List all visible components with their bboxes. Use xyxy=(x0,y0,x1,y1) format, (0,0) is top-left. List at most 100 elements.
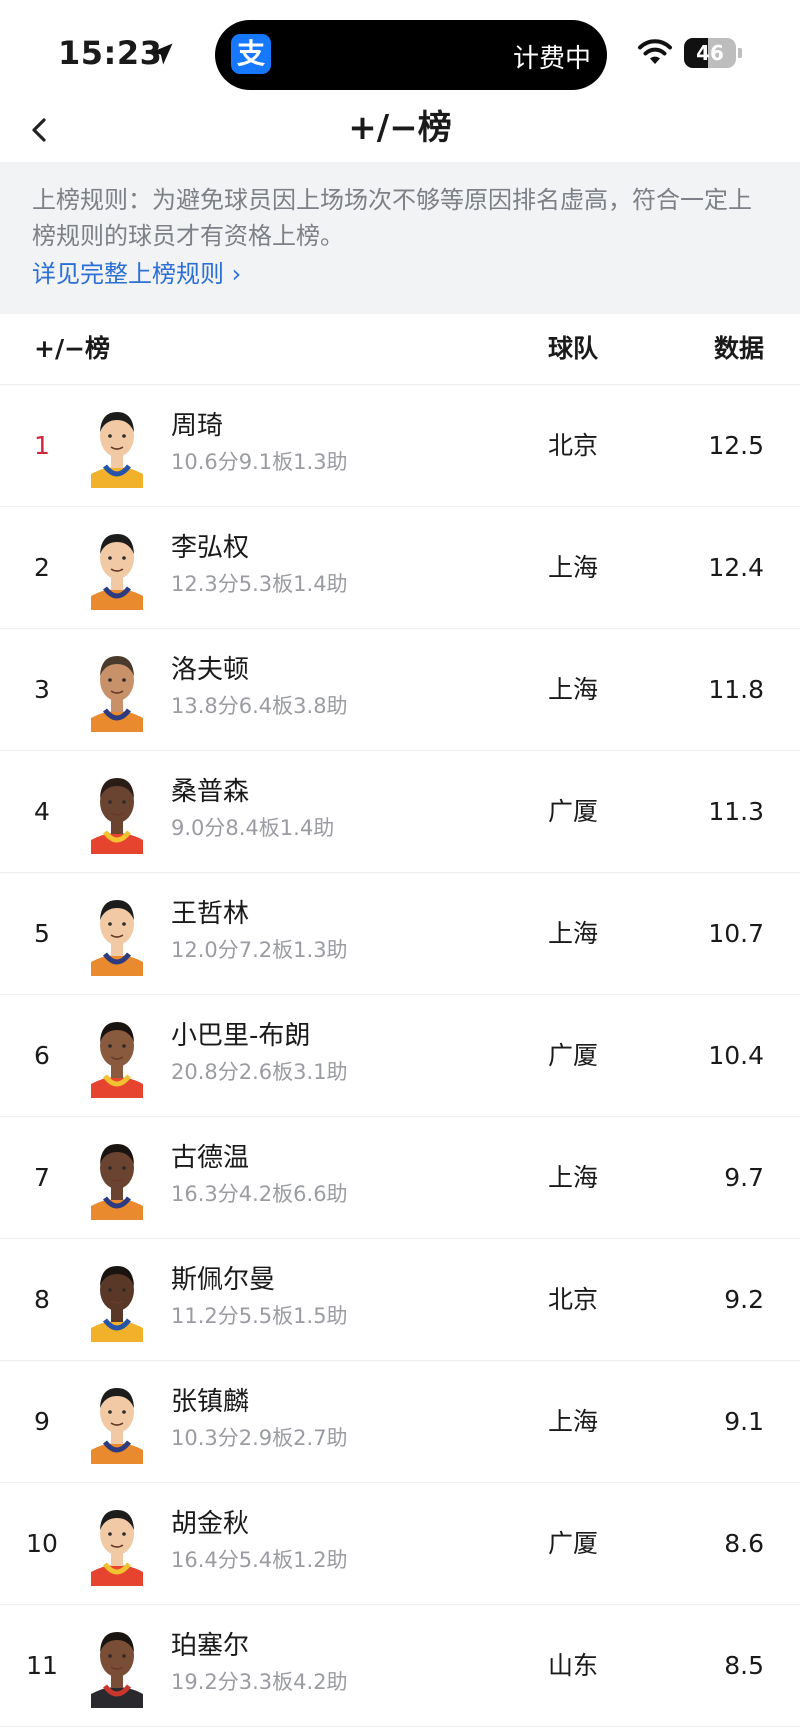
team-name: 上海 xyxy=(548,553,599,582)
team-name: 北京 xyxy=(548,431,599,460)
ranking-row[interactable]: 11 珀塞尔 19.2分3.3板4.2助 山东 8.5 xyxy=(0,1605,800,1727)
player-avatar xyxy=(85,1256,149,1342)
plus-minus-value: 12.5 xyxy=(708,431,764,460)
page-title: +/−榜 xyxy=(348,108,452,148)
rank-number: 4 xyxy=(34,797,50,826)
player-name: 珀塞尔 xyxy=(171,1631,250,1661)
ranking-row[interactable]: 4 桑普森 9.0分8.4板1.4助 广厦 11.3 xyxy=(0,751,800,873)
player-avatar xyxy=(85,768,149,854)
dynamic-island[interactable]: 支 计费中 xyxy=(215,20,607,90)
rank-number: 5 xyxy=(34,919,50,948)
player-name: 古德温 xyxy=(171,1143,250,1173)
ranking-rule-notice: 上榜规则：为避免球员因上场场次不够等原因排名虚高，符合一定上榜规则的球员才有资格… xyxy=(0,162,800,314)
player-name: 洛夫顿 xyxy=(171,655,250,685)
player-avatar xyxy=(85,402,149,488)
status-time: 15:23 xyxy=(58,34,163,72)
status-bar: 15:23 支 计费中 46 xyxy=(0,0,800,100)
player-stats: 10.3分2.9板2.7助 xyxy=(171,1426,348,1450)
player-stats: 11.2分5.5板1.5助 xyxy=(171,1304,348,1328)
team-name: 广厦 xyxy=(548,1041,599,1070)
wifi-icon xyxy=(638,39,672,64)
island-status-text: 计费中 xyxy=(512,44,591,74)
plus-minus-value: 9.7 xyxy=(724,1163,764,1192)
player-stats: 16.4分5.4板1.2助 xyxy=(171,1548,348,1572)
battery-cap xyxy=(738,48,742,58)
plus-minus-value: 10.4 xyxy=(708,1041,764,1070)
player-stats: 10.6分9.1板1.3助 xyxy=(171,450,348,474)
team-name: 山东 xyxy=(548,1651,599,1680)
player-name: 桑普森 xyxy=(171,777,250,807)
player-avatar xyxy=(85,1134,149,1220)
full-rules-link[interactable]: 详见完整上榜规则 › xyxy=(32,256,241,292)
nav-bar: +/−榜 xyxy=(0,100,800,162)
player-name: 王哲林 xyxy=(171,899,250,929)
plus-minus-value: 8.6 xyxy=(724,1529,764,1558)
player-name: 斯佩尔曼 xyxy=(171,1265,276,1295)
plus-minus-value: 8.5 xyxy=(724,1651,764,1680)
player-stats: 12.3分5.3板1.4助 xyxy=(171,572,348,596)
player-name: 李弘权 xyxy=(171,533,250,563)
table-header: +/−榜 球队 数据 xyxy=(0,314,800,385)
rank-number: 11 xyxy=(26,1651,58,1680)
ranking-row[interactable]: 5 王哲林 12.0分7.2板1.3助 上海 10.7 xyxy=(0,873,800,995)
ranking-row[interactable]: 1 周琦 10.6分9.1板1.3助 北京 12.5 xyxy=(0,385,800,507)
player-stats: 13.8分6.4板3.8助 xyxy=(171,694,348,718)
rank-number: 2 xyxy=(34,553,50,582)
ranking-rule-text: 上榜规则：为避免球员因上场场次不够等原因排名虚高，符合一定上榜规则的球员才有资格… xyxy=(32,186,752,250)
player-name: 小巴里-布朗 xyxy=(171,1021,311,1051)
ranking-row[interactable]: 10 胡金秋 16.4分5.4板1.2助 广厦 8.6 xyxy=(0,1483,800,1605)
rank-number: 9 xyxy=(34,1407,50,1436)
player-avatar xyxy=(85,646,149,732)
player-avatar xyxy=(85,1012,149,1098)
battery-icon: 46 xyxy=(684,38,742,68)
rank-number: 7 xyxy=(34,1163,50,1192)
header-team-column: 球队 xyxy=(548,334,599,363)
battery-level-text: 46 xyxy=(696,41,724,65)
team-name: 上海 xyxy=(548,919,599,948)
plus-minus-value: 12.4 xyxy=(708,553,764,582)
chevron-left-icon xyxy=(32,118,46,142)
ranking-list: 1 周琦 10.6分9.1板1.3助 北京 12.5 2 李弘权 12.3分5.3板1.4助上… xyxy=(0,385,800,1727)
player-avatar xyxy=(85,1500,149,1586)
ranking-row[interactable]: 9 张镇麟 10.3分2.9板2.7助 上海 9.1 xyxy=(0,1361,800,1483)
rank-number: 3 xyxy=(34,675,50,704)
player-stats: 19.2分3.3板4.2助 xyxy=(171,1670,348,1694)
player-name: 周琦 xyxy=(171,411,224,441)
ranking-row[interactable]: 7 古德温 16.3分4.2板6.6助 上海 9.7 xyxy=(0,1117,800,1239)
battery-body: 46 xyxy=(684,38,736,68)
rank-number: 6 xyxy=(34,1041,50,1070)
player-stats: 20.8分2.6板3.1助 xyxy=(171,1060,348,1084)
team-name: 广厦 xyxy=(548,1529,599,1558)
back-button[interactable] xyxy=(22,108,62,152)
plus-minus-value: 10.7 xyxy=(708,919,764,948)
rank-number: 10 xyxy=(26,1529,58,1558)
ranking-row[interactable]: 3 洛夫顿 13.8分6.4板3.8助 上海 11.8 xyxy=(0,629,800,751)
team-name: 上海 xyxy=(548,675,599,704)
rank-number: 8 xyxy=(34,1285,50,1314)
team-name: 上海 xyxy=(548,1163,599,1192)
player-stats: 16.3分4.2板6.6助 xyxy=(171,1182,348,1206)
header-value-column: 数据 xyxy=(713,334,764,363)
plus-minus-value: 9.2 xyxy=(724,1285,764,1314)
header-rank-column: +/−榜 xyxy=(34,334,111,363)
player-avatar xyxy=(85,1378,149,1464)
player-avatar xyxy=(85,524,149,610)
rank-number: 1 xyxy=(34,431,50,460)
player-avatar xyxy=(85,890,149,976)
ranking-row[interactable]: 6 小巴里-布朗 20.8分2.6板3.1助 广厦 10.4 xyxy=(0,995,800,1117)
plus-minus-value: 11.8 xyxy=(708,675,764,704)
ranking-row[interactable]: 2 李弘权 12.3分5.3板1.4助 上海 12.4 xyxy=(0,507,800,629)
player-name: 张镇麟 xyxy=(171,1387,250,1417)
location-arrow-icon xyxy=(151,43,173,65)
team-name: 北京 xyxy=(548,1285,599,1314)
player-stats: 12.0分7.2板1.3助 xyxy=(171,938,348,962)
plus-minus-value: 11.3 xyxy=(708,797,764,826)
team-name: 广厦 xyxy=(548,797,599,826)
team-name: 上海 xyxy=(548,1407,599,1436)
player-stats: 9.0分8.4板1.4助 xyxy=(171,816,335,840)
plus-minus-value: 9.1 xyxy=(724,1407,764,1436)
player-avatar xyxy=(85,1622,149,1708)
ranking-row[interactable]: 8 斯佩尔曼 11.2分5.5板1.5助 北京 9.2 xyxy=(0,1239,800,1361)
player-name: 胡金秋 xyxy=(171,1509,250,1539)
alipay-app-icon: 支 xyxy=(231,34,271,74)
